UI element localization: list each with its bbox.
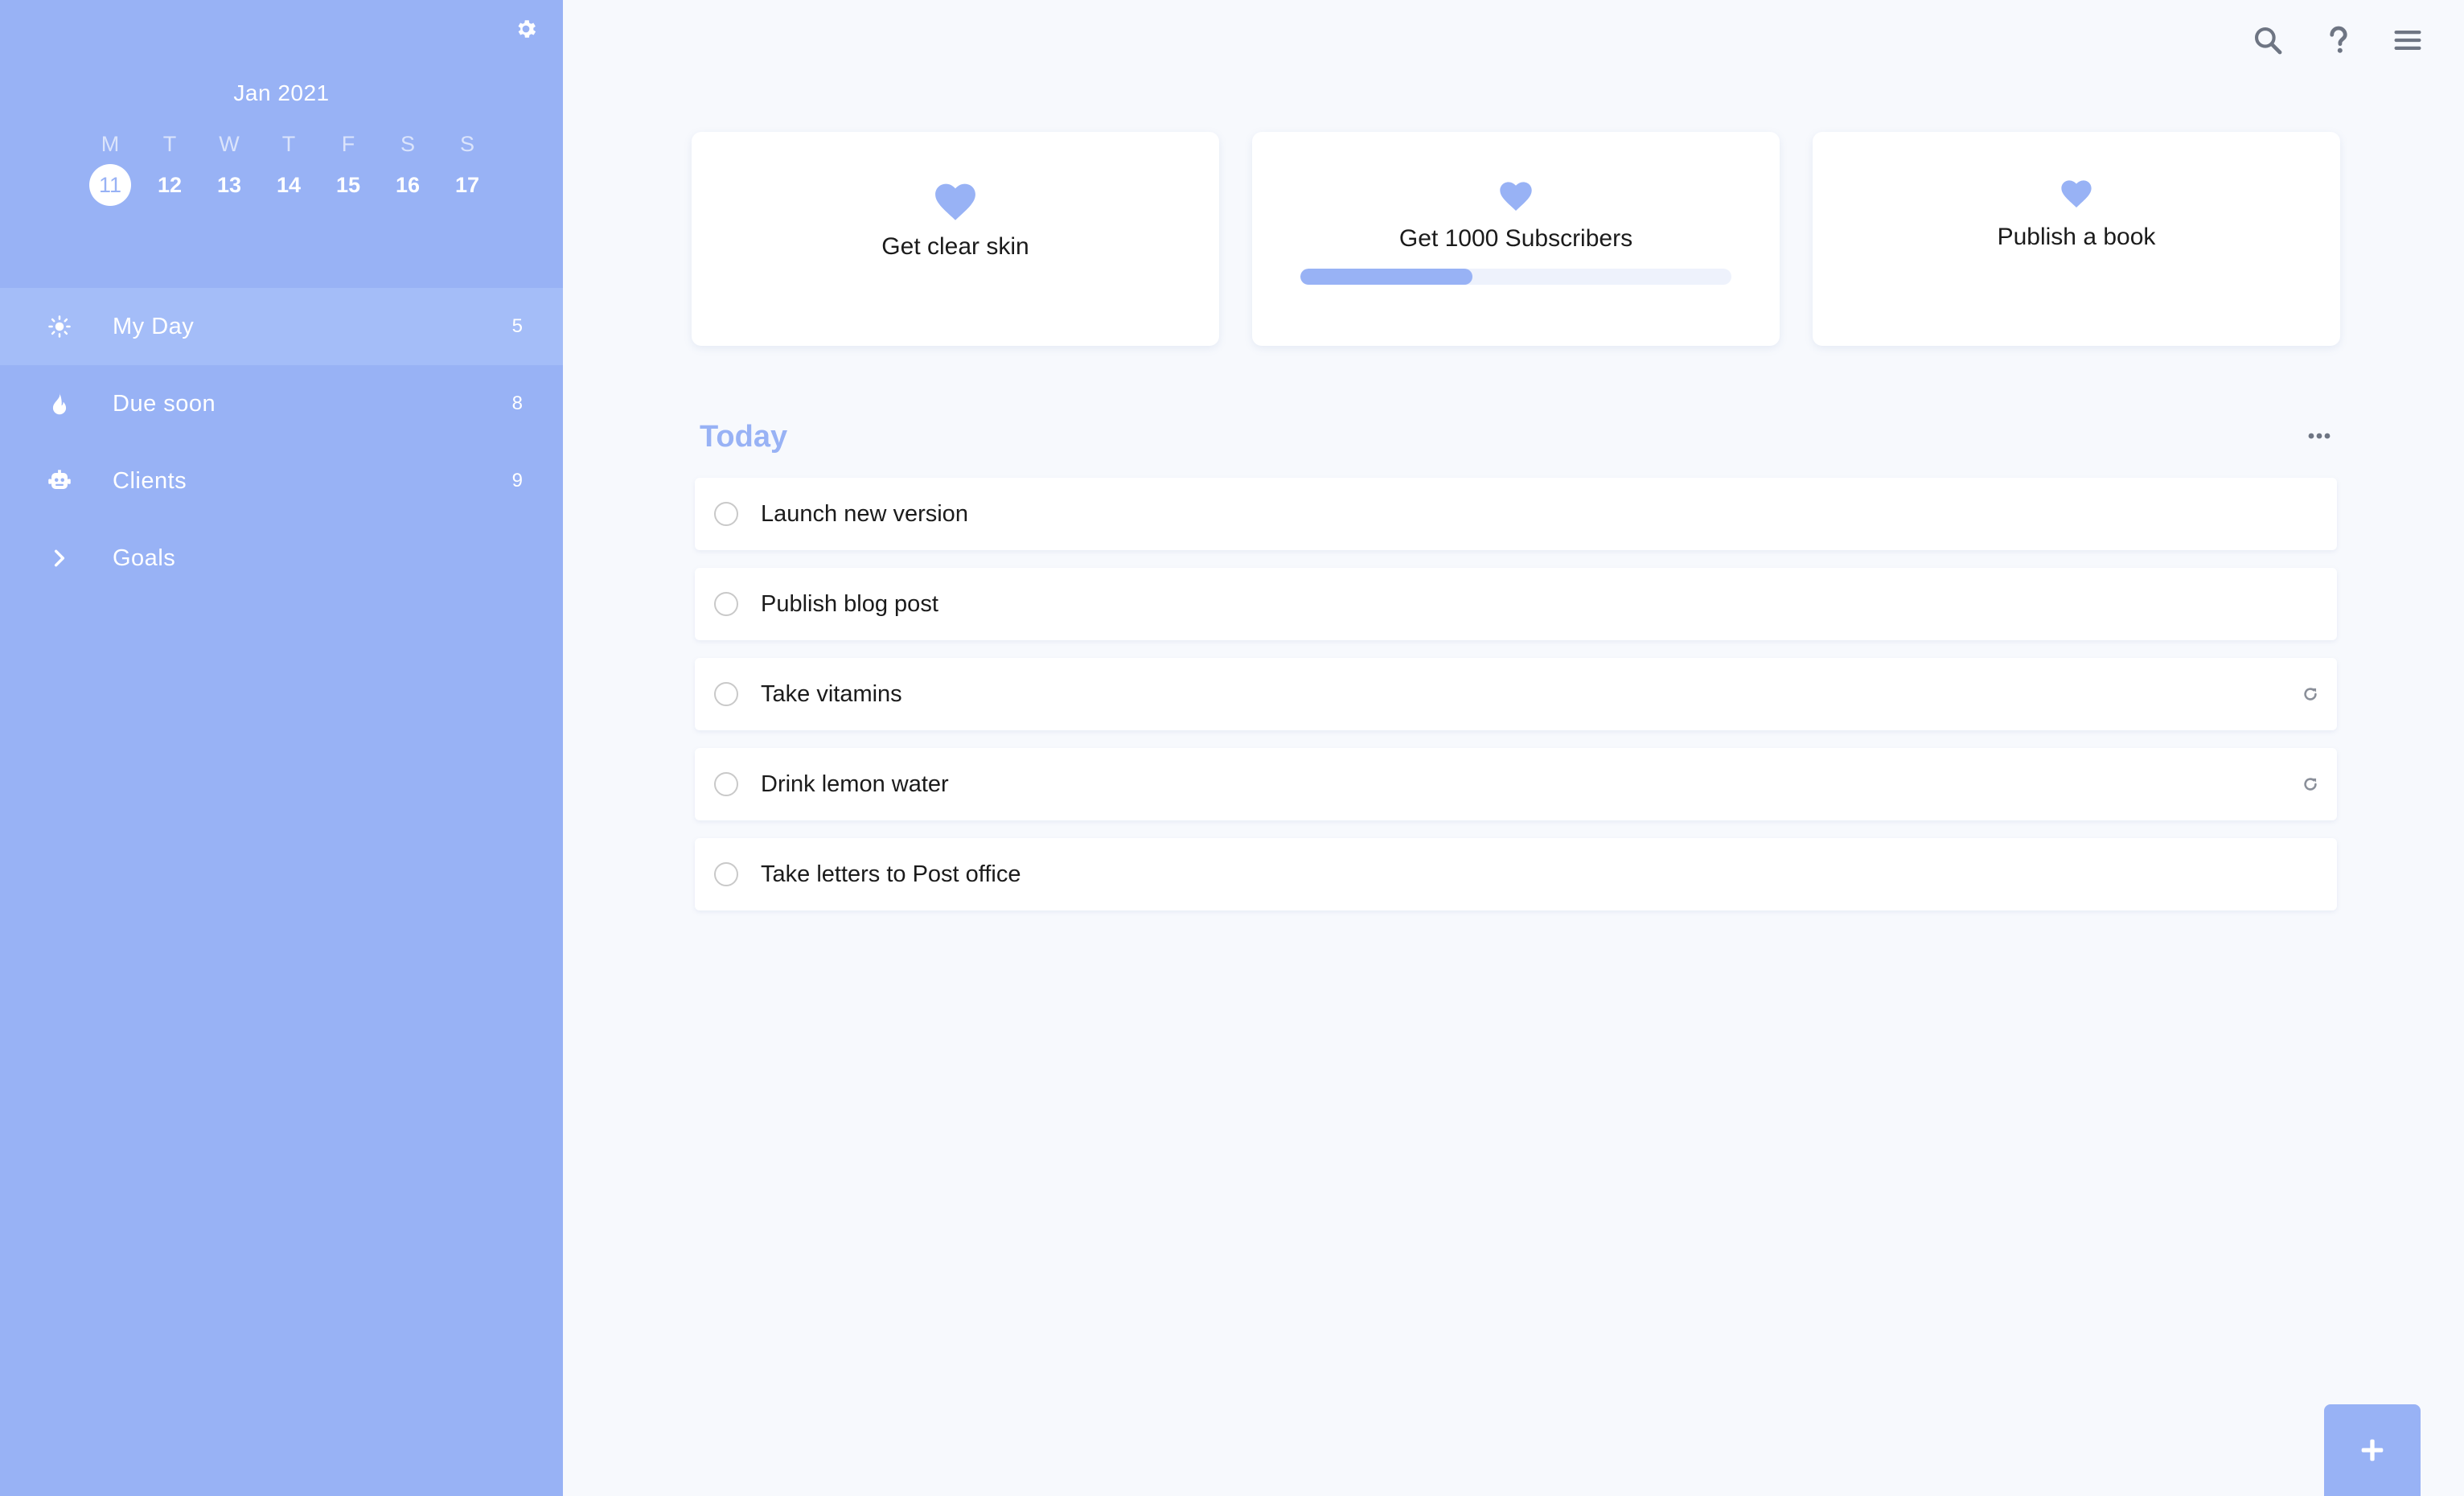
task-row[interactable]: Publish blog post: [695, 568, 2337, 640]
more-horizontal-icon: [2308, 433, 2331, 439]
date-label: 11: [89, 164, 131, 206]
heart-icon: [2061, 180, 2092, 208]
chevron-right-icon: [45, 544, 74, 573]
sidebar-item-count: 8: [511, 392, 523, 414]
task-text: Publish blog post: [761, 591, 938, 617]
weekday-label: M: [101, 132, 120, 156]
task-row[interactable]: Launch new version: [695, 478, 2337, 550]
weekday-label: S: [459, 132, 474, 156]
help-icon: [2330, 26, 2347, 53]
calendar-weekdays: M T W T F S S: [80, 132, 497, 157]
sidebar-item-my-day[interactable]: My Day 5: [0, 288, 563, 365]
date-label: 12: [157, 173, 183, 197]
goal-progress-bar: [1300, 269, 1731, 285]
weekday-label: S: [400, 132, 415, 156]
date-label: 16: [395, 173, 421, 197]
section-title-today: Today: [700, 420, 788, 454]
task-checkbox[interactable]: [714, 592, 738, 616]
weekday-label: T: [162, 132, 177, 156]
sidebar-item-label: Due soon: [113, 390, 216, 417]
task-text: Take letters to Post office: [761, 861, 1021, 887]
heart-icon: [935, 183, 975, 220]
task-text: Take vitamins: [761, 681, 902, 707]
menu-icon: [2394, 31, 2421, 50]
date-label: 15: [335, 173, 361, 197]
sidebar-item-count: 9: [511, 470, 523, 491]
calendar-date-selected[interactable]: 11: [80, 164, 140, 206]
calendar-date[interactable]: 12: [140, 164, 199, 206]
heart-icon: [1500, 182, 1532, 211]
goal-card[interactable]: Publish a book: [1813, 132, 2340, 346]
goal-progress-fill: [1300, 269, 1473, 285]
sidebar-item-count: 5: [511, 315, 523, 337]
more-options-button[interactable]: [2305, 425, 2334, 447]
task-checkbox[interactable]: [714, 682, 738, 706]
repeat-icon: [2300, 774, 2321, 795]
sun-icon: [45, 312, 74, 341]
date-label: 14: [276, 173, 302, 197]
robot-icon: [45, 466, 74, 495]
calendar-date[interactable]: 17: [437, 164, 497, 206]
calendar-month-label: Jan 2021: [233, 80, 330, 105]
calendar-date[interactable]: 16: [378, 164, 437, 206]
sidebar-nav: My Day 5 Due soon 8 Clients 9 Goals: [0, 288, 563, 597]
goal-card[interactable]: Get 1000 Subscribers: [1252, 132, 1780, 346]
settings-button[interactable]: [511, 14, 540, 43]
task-row[interactable]: Drink lemon water: [695, 748, 2337, 820]
sidebar: Jan 2021 M T W T F S S 11 12 13 14 15 16…: [0, 0, 563, 1496]
date-label: 13: [216, 173, 242, 197]
weekday-label: T: [281, 132, 296, 156]
weekday-label: W: [219, 132, 240, 156]
task-row[interactable]: Take vitamins: [695, 658, 2337, 730]
task-checkbox[interactable]: [714, 502, 738, 526]
add-task-button[interactable]: [2324, 1404, 2421, 1496]
flame-icon: [45, 389, 74, 418]
plus-icon: [2361, 1439, 2384, 1461]
task-text: Drink lemon water: [761, 771, 949, 797]
calendar-dates: 11 12 13 14 15 16 17: [80, 164, 497, 206]
date-label: 17: [454, 173, 480, 197]
sidebar-item-clients[interactable]: Clients 9: [0, 442, 563, 520]
task-checkbox[interactable]: [714, 772, 738, 796]
search-button[interactable]: [2250, 23, 2285, 58]
weekday-label: F: [341, 132, 355, 156]
repeat-icon: [2300, 684, 2321, 705]
search-icon: [2255, 27, 2282, 55]
goal-title: Get 1000 Subscribers: [1398, 225, 1633, 252]
sidebar-item-label: My Day: [113, 313, 195, 339]
sidebar-item-label: Goals: [113, 545, 176, 571]
goal-card[interactable]: Get clear skin: [692, 132, 1219, 346]
calendar-date[interactable]: 15: [318, 164, 378, 206]
gear-icon: [518, 20, 536, 38]
sidebar-item-due-soon[interactable]: Due soon 8: [0, 365, 563, 442]
task-text: Launch new version: [761, 501, 968, 527]
calendar-date[interactable]: 13: [199, 164, 259, 206]
menu-button[interactable]: [2390, 23, 2425, 58]
goal-title: Get clear skin: [881, 233, 1029, 260]
calendar-date[interactable]: 14: [259, 164, 318, 206]
sidebar-item-label: Clients: [113, 467, 187, 494]
task-checkbox[interactable]: [714, 862, 738, 886]
goal-title: Publish a book: [1997, 224, 2156, 250]
task-row[interactable]: Take letters to Post office: [695, 838, 2337, 910]
sidebar-item-goals[interactable]: Goals: [0, 520, 563, 597]
help-button[interactable]: [2321, 23, 2356, 58]
